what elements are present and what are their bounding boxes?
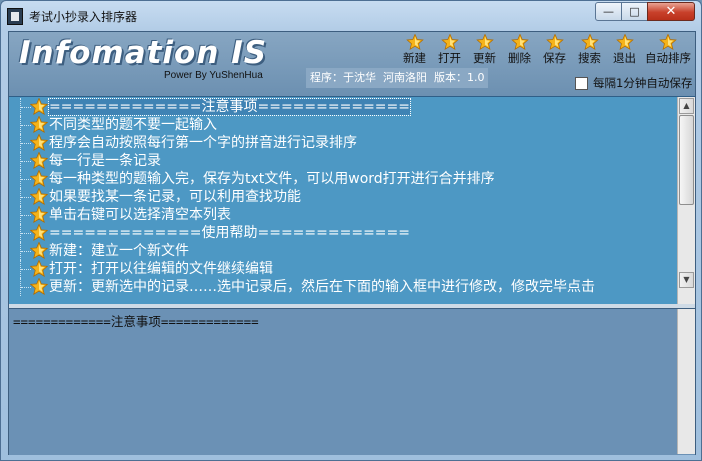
tree-item-label: 程序会自动按照每行第一个字的拼音进行记录排序 (49, 135, 357, 151)
close-button[interactable]: ✕ (647, 2, 695, 21)
tree-item[interactable]: 新建：建立一个新文件 (9, 242, 677, 260)
client-area: Infomation IS Power By YuShenHua 程序：于沈华 … (8, 31, 696, 455)
star-icon (30, 188, 48, 205)
window-title: 考试小抄录入排序器 (29, 10, 138, 24)
new-button-label: 新建 (403, 51, 426, 65)
tree-item-label: 不同类型的题不要一起输入 (49, 117, 217, 133)
star-icon (405, 34, 424, 50)
save-button[interactable]: 保存 (537, 34, 572, 66)
star-icon (30, 278, 48, 295)
tree-item[interactable]: 每一种类型的题输入完，保存为txt文件，可以用word打开进行合并排序 (9, 170, 677, 188)
star-icon (510, 34, 529, 50)
star-icon (30, 224, 48, 241)
vertical-scrollbar[interactable]: ▲ ▼ (677, 97, 695, 305)
save-button-label: 保存 (543, 51, 566, 65)
scroll-down-button[interactable]: ▼ (679, 272, 694, 288)
star-icon (615, 34, 634, 50)
auto-sort-button[interactable]: 自动排序 (642, 34, 694, 66)
star-icon (30, 170, 48, 187)
tree-item-label: 如果要找某一条记录，可以利用查找功能 (49, 189, 301, 205)
tree-item[interactable]: 单击右键可以选择清空本列表 (9, 206, 677, 224)
minimize-button[interactable]: — (595, 2, 622, 21)
toolbar: 新建 打开 更新 删除 保存 搜索 退出 自动排序 (397, 34, 694, 66)
program-info: 程序：于沈华 河南洛阳 版本：1.0 (306, 68, 489, 88)
powered-by-text: Power By YuShenHua (164, 70, 263, 81)
tree-item-label: 每一种类型的题输入完，保存为txt文件，可以用word打开进行合并排序 (49, 171, 495, 187)
title-bar[interactable]: 考试小抄录入排序器 — □ ✕ (1, 1, 702, 31)
star-icon (475, 34, 494, 50)
tree-item-label: 每一行是一条记录 (49, 153, 161, 169)
star-icon (440, 34, 459, 50)
star-icon (659, 34, 677, 50)
star-icon (30, 206, 48, 223)
tree-item[interactable]: 打开：打开以往编辑的文件继续编辑 (9, 260, 677, 278)
autosave-option[interactable]: 每隔1分钟自动保存 (575, 75, 692, 91)
app-logo: Infomation IS (19, 35, 268, 71)
editor-scrollbar[interactable] (677, 309, 695, 454)
tree-item[interactable]: =============注意事项============= (9, 98, 677, 116)
exit-button[interactable]: 退出 (607, 34, 642, 66)
maximize-button[interactable]: □ (621, 2, 648, 21)
update-button-label: 更新 (473, 51, 496, 65)
star-icon (545, 34, 564, 50)
application-window: 考试小抄录入排序器 — □ ✕ Infomation IS Power By Y… (0, 0, 702, 461)
tree-item-label: 单击右键可以选择清空本列表 (49, 207, 231, 223)
tree-list: =============注意事项============= 不同类型的题不要一起… (9, 98, 677, 296)
star-icon (30, 260, 48, 277)
record-input-text[interactable]: =============注意事项============= (13, 311, 259, 330)
star-icon (30, 116, 48, 133)
scroll-thumb[interactable] (679, 115, 694, 205)
search-button[interactable]: 搜索 (572, 34, 607, 66)
scroll-up-button[interactable]: ▲ (679, 98, 694, 114)
star-icon (30, 242, 48, 259)
new-button[interactable]: 新建 (397, 34, 432, 66)
exit-button-label: 退出 (613, 51, 636, 65)
autosave-label: 每隔1分钟自动保存 (593, 76, 693, 90)
tree-item-label: =============使用帮助============= (49, 225, 410, 241)
app-icon (7, 8, 23, 25)
open-button[interactable]: 打开 (432, 34, 467, 66)
tree-item[interactable]: 如果要找某一条记录，可以利用查找功能 (9, 188, 677, 206)
record-tree[interactable]: =============注意事项============= 不同类型的题不要一起… (9, 96, 695, 306)
star-icon (580, 34, 599, 50)
tree-item[interactable]: 每一行是一条记录 (9, 152, 677, 170)
tree-item-label: 新建：建立一个新文件 (49, 243, 189, 259)
star-icon (30, 152, 48, 169)
star-icon (30, 134, 48, 151)
auto-sort-button-label: 自动排序 (645, 51, 691, 65)
delete-button-label: 删除 (508, 51, 531, 65)
tree-item-label: 打开：打开以往编辑的文件继续编辑 (49, 261, 273, 277)
tree-item[interactable]: =============使用帮助============= (9, 224, 677, 242)
tree-item[interactable]: 更新：更新选中的记录……选中记录后，然后在下面的输入框中进行修改，修改完毕点击 (9, 278, 677, 296)
star-icon (30, 98, 48, 115)
tree-item-label: =============注意事项============= (48, 98, 411, 116)
search-button-label: 搜索 (578, 51, 601, 65)
open-button-label: 打开 (438, 51, 461, 65)
tree-item-label: 更新：更新选中的记录……选中记录后，然后在下面的输入框中进行修改，修改完毕点击 (49, 279, 595, 295)
delete-button[interactable]: 删除 (502, 34, 537, 66)
tree-item[interactable]: 程序会自动按照每行第一个字的拼音进行记录排序 (9, 134, 677, 152)
record-input-area[interactable]: =============注意事项============= (9, 308, 695, 455)
autosave-checkbox[interactable] (575, 76, 588, 90)
tree-item[interactable]: 不同类型的题不要一起输入 (9, 116, 677, 134)
update-button[interactable]: 更新 (467, 34, 502, 66)
header-panel: Infomation IS Power By YuShenHua 程序：于沈华 … (9, 32, 695, 96)
